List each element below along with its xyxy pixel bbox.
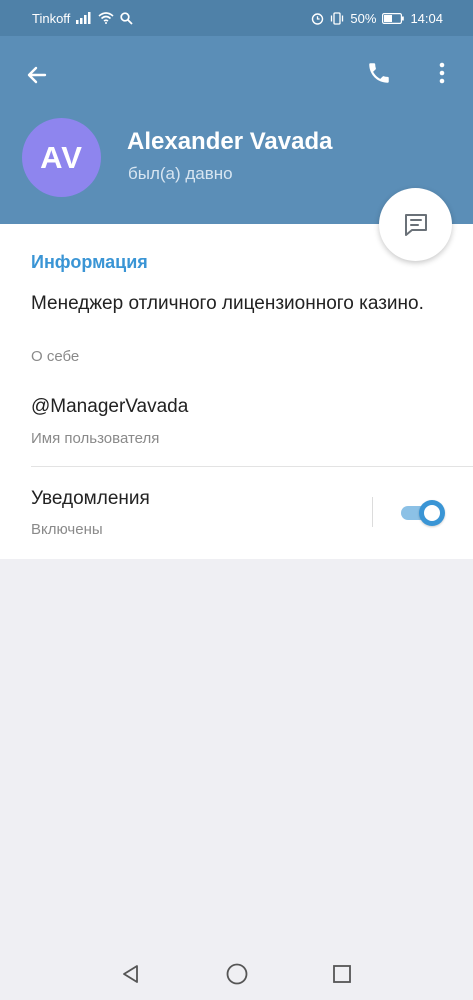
vibrate-icon bbox=[330, 11, 344, 25]
back-triangle-icon bbox=[123, 965, 138, 983]
system-nav-bar bbox=[0, 948, 473, 1000]
section-title-info: Информация bbox=[31, 252, 148, 272]
contact-name: Alexander Vavada bbox=[127, 128, 333, 155]
message-icon bbox=[404, 213, 427, 236]
notifications-toggle[interactable] bbox=[401, 500, 445, 526]
username-caption: Имя пользователя bbox=[31, 430, 160, 447]
send-message-button[interactable] bbox=[379, 188, 452, 261]
signal-icon bbox=[76, 12, 92, 24]
alarm-icon bbox=[311, 12, 324, 25]
more-options-button[interactable] bbox=[430, 58, 454, 88]
recents-square-icon bbox=[333, 965, 351, 983]
search-icon bbox=[120, 11, 133, 25]
home-circle-icon bbox=[226, 963, 248, 985]
status-bar: Tinkoff 50% 14:04 bbox=[0, 0, 473, 36]
call-button[interactable] bbox=[364, 58, 394, 88]
notifications-title: Уведомления bbox=[31, 488, 150, 509]
nav-home-button[interactable] bbox=[223, 960, 251, 988]
status-bar-left: Tinkoff bbox=[32, 11, 133, 26]
nav-recents-button[interactable] bbox=[328, 960, 356, 988]
back-button[interactable] bbox=[22, 60, 52, 90]
wifi-icon bbox=[98, 12, 114, 24]
toggle-knob bbox=[419, 500, 445, 526]
back-arrow-icon bbox=[27, 66, 47, 84]
avatar-initials: AV bbox=[40, 139, 83, 175]
notifications-status: Включены bbox=[31, 521, 103, 538]
contact-last-seen: был(а) давно bbox=[128, 164, 233, 183]
more-vert-icon bbox=[439, 62, 445, 84]
phone-icon bbox=[369, 63, 389, 83]
bio-caption: О себе bbox=[31, 348, 80, 365]
bio-text[interactable]: Менеджер отличного лицензионного казино. bbox=[31, 291, 431, 317]
clock: 14:04 bbox=[410, 10, 443, 26]
carrier-name: Tinkoff bbox=[32, 10, 71, 26]
profile-info-card: Информация Менеджер отличного лицензионн… bbox=[0, 224, 473, 559]
notifications-row[interactable]: Уведомления Включены bbox=[0, 467, 473, 559]
notifications-separator bbox=[372, 497, 373, 527]
battery-percent: 50% bbox=[350, 10, 377, 26]
username-text[interactable]: @ManagerVavada bbox=[31, 396, 188, 418]
nav-back-button[interactable] bbox=[117, 960, 145, 988]
avatar[interactable]: AV bbox=[22, 118, 101, 197]
battery-icon bbox=[382, 12, 405, 24]
status-bar-right: 50% 14:04 bbox=[311, 11, 443, 26]
